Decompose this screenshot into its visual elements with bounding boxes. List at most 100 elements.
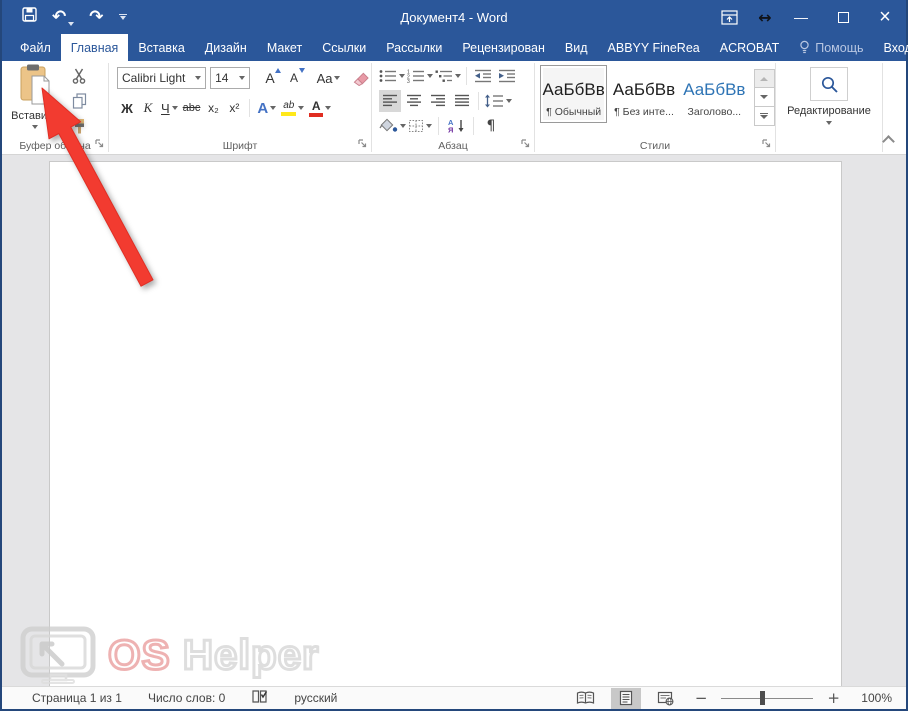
clipboard-dialog-launcher[interactable] [95,139,104,151]
tab-design[interactable]: Дизайн [195,34,257,61]
triangle-down-icon [299,68,305,73]
quick-access-toolbar: ↶ ↷ [22,7,127,27]
styles-scroll-down-button[interactable] [754,88,775,107]
tab-file[interactable]: Файл [10,34,61,61]
chevron-down-icon [172,106,178,110]
tab-references[interactable]: Ссылки [312,34,376,61]
proofing-icon[interactable] [251,689,268,707]
tab-home[interactable]: Главная [61,34,129,61]
cut-button[interactable] [66,65,92,86]
shading-button[interactable] [379,115,406,137]
triangle-down-icon [760,95,768,99]
sort-button[interactable]: АЯ [445,115,467,137]
copy-button[interactable] [66,90,92,111]
font-name-combo[interactable]: Calibri Light [117,67,206,89]
show-marks-button[interactable]: ¶ [480,115,502,137]
multilevel-list-button[interactable] [435,65,461,87]
format-painter-button[interactable] [66,115,92,136]
align-center-button[interactable] [403,90,425,112]
font-size-combo[interactable]: 14 [210,67,250,89]
style-normal[interactable]: АаБбВв ¶ Обычный [540,65,607,123]
bar [760,113,768,114]
styles-dialog-launcher[interactable] [762,139,771,151]
subscript-button[interactable]: x₂ [203,97,223,119]
search-icon [820,75,839,94]
bullets-button[interactable] [379,65,405,87]
paste-dropdown-caret[interactable] [32,125,38,129]
decrease-indent-button[interactable] [472,65,494,87]
style-preview: АаБбВв [613,80,675,100]
paste-button[interactable]: Вставить [7,64,62,136]
strikethrough-button[interactable]: abc [181,97,203,119]
grow-font-button[interactable]: A [260,67,280,89]
tab-mailings[interactable]: Рассылки [376,34,452,61]
change-case-button[interactable]: Aa [316,67,341,89]
bold-button[interactable]: Ж [117,97,137,119]
read-mode-button[interactable] [571,688,601,709]
find-button[interactable] [810,67,848,101]
close-button[interactable]: × [864,0,906,34]
italic-button[interactable]: К [138,97,158,119]
styles-more-button[interactable] [754,107,775,126]
align-left-button[interactable] [379,90,401,112]
tab-abbyy-finereader[interactable]: ABBYY FineRea [598,34,710,61]
read-mode-icon [576,691,595,705]
save-icon[interactable] [22,7,37,27]
paragraph-dialog-launcher[interactable] [521,139,530,151]
underline-button[interactable]: Ч [159,97,180,119]
text-effects-button[interactable]: А [255,97,278,119]
page-indicator[interactable]: Страница 1 из 1 [32,691,122,705]
highlight-icon: ab [281,101,296,116]
editing-dropdown-caret[interactable] [826,121,832,125]
align-center-icon [406,94,422,107]
clear-formatting-button[interactable] [351,67,371,89]
styles-scroll-up-button[interactable] [754,69,775,88]
borders-button[interactable] [408,115,432,137]
zoom-out-button[interactable]: − [691,689,712,707]
collapse-ribbon-button[interactable] [882,135,895,148]
align-right-button[interactable] [427,90,449,112]
minimize-button[interactable]: — [780,0,822,34]
paste-clipboard-icon [18,64,52,108]
maximize-icon [838,12,849,23]
ribbon-display-options-button[interactable] [708,0,750,34]
font-color-button[interactable]: А [307,97,333,119]
zoom-slider-handle[interactable] [760,691,765,705]
chevron-down-icon [270,106,276,110]
style-no-spacing[interactable]: АаБбВв ¶ Без инте... [610,65,677,123]
redo-icon[interactable]: ↷ [89,9,103,26]
highlight-color-button[interactable]: ab [279,97,306,119]
tab-sign-in[interactable]: Вход [874,34,908,61]
font-dialog-launcher[interactable] [358,139,367,151]
shrink-font-button[interactable]: A [284,67,304,89]
underline-letter: Ч [161,101,170,116]
chevron-down-icon [455,74,461,78]
tab-insert[interactable]: Вставка [128,34,194,61]
tab-help[interactable]: Помощь [789,34,873,61]
style-heading1[interactable]: АаБбВв Заголово... [681,65,748,123]
increase-indent-button[interactable] [496,65,518,87]
superscript-button[interactable]: x² [224,97,244,119]
justify-button[interactable] [451,90,473,112]
line-spacing-button[interactable] [484,90,512,112]
customize-qat-button[interactable] [119,14,127,20]
tab-acrobat[interactable]: ACROBAT [710,34,790,61]
numbered-list-icon: 123 [407,69,425,83]
window-title: Документ4 - Word [400,10,507,25]
document-page[interactable] [49,161,842,686]
tab-layout[interactable]: Макет [257,34,312,61]
zoom-level[interactable]: 100% [854,691,892,705]
word-count[interactable]: Число слов: 0 [148,691,225,705]
zoom-slider[interactable] [721,691,813,705]
language-indicator[interactable]: русский [294,691,337,705]
zoom-in-button[interactable]: + [823,689,844,707]
web-layout-button[interactable] [651,688,681,709]
tab-review[interactable]: Рецензирован [452,34,555,61]
print-layout-button[interactable] [611,688,641,709]
numbering-button[interactable]: 123 [407,65,433,87]
tab-view[interactable]: Вид [555,34,598,61]
undo-dropdown-caret[interactable] [68,22,74,26]
maximize-button[interactable] [822,0,864,34]
undo-button[interactable]: ↶ [52,9,74,26]
svg-text:Я: Я [448,126,453,134]
